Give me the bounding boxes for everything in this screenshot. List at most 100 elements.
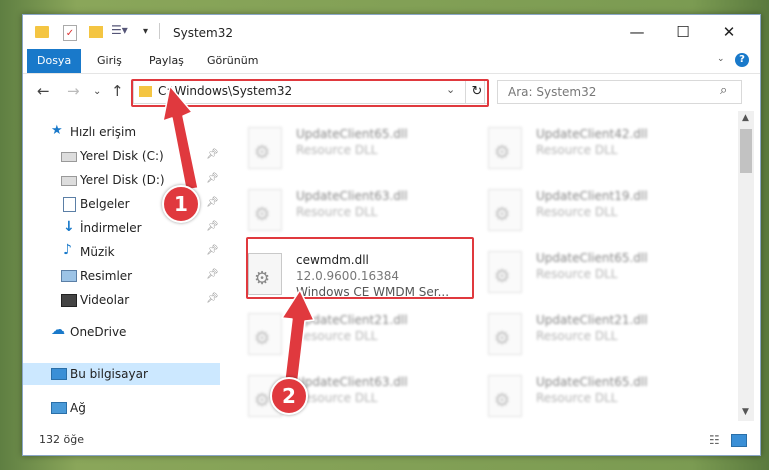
download-icon: ↓ — [63, 219, 75, 235]
sidebar-item-onedrive[interactable]: ☁ OneDrive — [23, 321, 220, 343]
drive-icon — [61, 176, 77, 186]
file-name: UpdateClient21.dll — [536, 313, 648, 327]
dll-file-icon: ⚙ — [488, 189, 522, 231]
file-name: UpdateClient65.dll — [536, 375, 648, 389]
maximize-button[interactable]: ☐ — [660, 15, 706, 49]
up-arrow-icon[interactable]: ↑ — [111, 82, 124, 100]
close-button[interactable]: ✕ — [706, 15, 752, 49]
pin-icon[interactable]: 📌︎ — [206, 221, 219, 232]
chevron-down-icon[interactable]: ⌄ — [717, 54, 725, 64]
file-item[interactable]: ⚙ UpdateClient65.dll Resource DLL — [460, 245, 692, 303]
title-bar: ✓ ☰▾ ▾ System32 — ☐ ✕ — [23, 15, 760, 49]
pin-icon[interactable]: 📌︎ — [206, 245, 219, 256]
sidebar-item-network[interactable]: Ağ — [23, 397, 220, 419]
search-icon[interactable]: ⌕ — [720, 83, 727, 98]
dll-file-icon: ⚙ — [248, 127, 282, 169]
minimize-button[interactable]: — — [614, 15, 660, 49]
file-item[interactable]: ⚙ UpdateClient42.dll Resource DLL — [460, 121, 692, 179]
sidebar-item-label: Bu bilgisayar — [70, 367, 148, 381]
properties-icon[interactable]: ✓ — [63, 25, 77, 41]
sidebar-item-label: İndirmeler — [80, 221, 142, 235]
customize-toolbar-icon[interactable]: ☰▾ — [111, 23, 128, 37]
sidebar-item-label: Resimler — [80, 269, 133, 283]
sidebar-item-this-pc[interactable]: Bu bilgisayar — [23, 363, 220, 385]
search-input[interactable]: Ara: System32 ⌕ — [497, 80, 742, 104]
file-explorer-window: ✓ ☰▾ ▾ System32 — ☐ ✕ Dosya Giriş Paylaş… — [22, 14, 761, 456]
dll-file-icon: ⚙ — [488, 313, 522, 355]
pictures-icon — [61, 270, 77, 282]
dropdown-icon[interactable]: ▾ — [143, 26, 148, 37]
pin-icon[interactable]: 📌︎ — [206, 149, 219, 160]
file-name: UpdateClient63.dll — [296, 375, 408, 389]
sidebar-item-label: Müzik — [80, 245, 115, 259]
help-icon[interactable]: ? — [735, 53, 749, 67]
navigation-pane: ★ Hızlı erişim Yerel Disk (C:) 📌︎ Yerel … — [23, 111, 220, 421]
sidebar-item-disk-c[interactable]: Yerel Disk (C:) 📌︎ — [23, 145, 220, 167]
tab-file[interactable]: Dosya — [27, 49, 82, 73]
file-name: UpdateClient21.dll — [296, 313, 408, 327]
sidebar-item-music[interactable]: ♪ Müzik 📌︎ — [23, 241, 220, 263]
file-item[interactable]: ⚙ UpdateClient65.dll Resource DLL — [220, 121, 452, 179]
file-type: Resource DLL — [296, 205, 378, 219]
file-type: Resource DLL — [296, 329, 378, 343]
file-name: UpdateClient42.dll — [536, 127, 648, 141]
pin-icon[interactable]: 📌︎ — [206, 197, 219, 208]
sidebar-item-label: Yerel Disk (C:) — [80, 149, 164, 163]
dll-file-icon: ⚙ — [488, 375, 522, 417]
tab-home[interactable]: Giriş — [89, 49, 130, 73]
step-badge-1: 1 — [162, 185, 200, 223]
file-type: Resource DLL — [536, 143, 618, 157]
file-item[interactable]: ⚙ UpdateClient65.dll Resource DLL — [460, 369, 692, 421]
file-name: UpdateClient19.dll — [536, 189, 648, 203]
tab-view[interactable]: Görünüm — [199, 49, 266, 73]
sidebar-item-label: Videolar — [80, 293, 130, 307]
file-name: UpdateClient65.dll — [536, 251, 648, 265]
vertical-scrollbar[interactable]: ▲ ▼ — [738, 111, 754, 421]
file-highlight-box — [246, 237, 474, 299]
search-placeholder: Ara: System32 — [508, 85, 597, 99]
dll-file-icon: ⚙ — [248, 189, 282, 231]
sidebar-item-videos[interactable]: Videolar 📌︎ — [23, 289, 220, 311]
recent-locations-icon[interactable]: ⌄ — [93, 86, 101, 97]
sidebar-item-pictures[interactable]: Resimler 📌︎ — [23, 265, 220, 287]
file-type: Resource DLL — [536, 391, 618, 405]
video-icon — [61, 294, 77, 307]
window-title: System32 — [173, 26, 234, 40]
file-item[interactable]: ⚙ UpdateClient19.dll Resource DLL — [460, 183, 692, 241]
details-view-icon[interactable]: ☷ — [709, 433, 720, 447]
forward-arrow-icon[interactable]: → — [67, 82, 80, 100]
step-badge-2: 2 — [270, 377, 308, 415]
new-folder-icon[interactable] — [89, 26, 103, 38]
file-type: Resource DLL — [296, 143, 378, 157]
large-icons-view-icon[interactable] — [731, 434, 747, 447]
sidebar-item-label: Belgeler — [80, 197, 130, 211]
file-type: Resource DLL — [536, 205, 618, 219]
pin-icon[interactable]: 📌︎ — [206, 173, 219, 184]
pin-icon[interactable]: 📌︎ — [206, 293, 219, 304]
pin-icon[interactable]: 📌︎ — [206, 269, 219, 280]
dll-file-icon: ⚙ — [248, 313, 282, 355]
star-icon: ★ — [51, 123, 63, 138]
sidebar-item-label: Yerel Disk (D:) — [80, 173, 165, 187]
document-icon — [63, 197, 76, 212]
scrollbar-thumb[interactable] — [740, 129, 752, 173]
file-item[interactable]: ⚙ UpdateClient63.dll Resource DLL — [220, 183, 452, 241]
address-highlight-box — [131, 79, 489, 107]
ribbon: Dosya Giriş Paylaş Görünüm ⌄ ? — [23, 49, 760, 74]
item-count: 132 öğe — [39, 433, 84, 446]
folder-icon — [35, 26, 49, 38]
sidebar-item-quick-access[interactable]: ★ Hızlı erişim — [23, 121, 220, 143]
scroll-up-icon[interactable]: ▲ — [742, 113, 749, 123]
file-item[interactable]: ⚙ UpdateClient63.dll Resource DLL — [220, 369, 452, 421]
network-icon — [51, 402, 67, 414]
back-arrow-icon[interactable]: ← — [37, 82, 50, 100]
dll-file-icon: ⚙ — [488, 251, 522, 293]
file-item[interactable]: ⚙ UpdateClient21.dll Resource DLL — [460, 307, 692, 365]
sidebar-item-label: Hızlı erişim — [70, 125, 137, 139]
sidebar-item-label: OneDrive — [70, 325, 127, 339]
cloud-icon: ☁ — [51, 322, 65, 338]
tab-share[interactable]: Paylaş — [141, 49, 192, 73]
file-item[interactable]: ⚙ UpdateClient21.dll Resource DLL — [220, 307, 452, 365]
drive-icon — [61, 152, 77, 162]
scroll-down-icon[interactable]: ▼ — [742, 407, 749, 417]
